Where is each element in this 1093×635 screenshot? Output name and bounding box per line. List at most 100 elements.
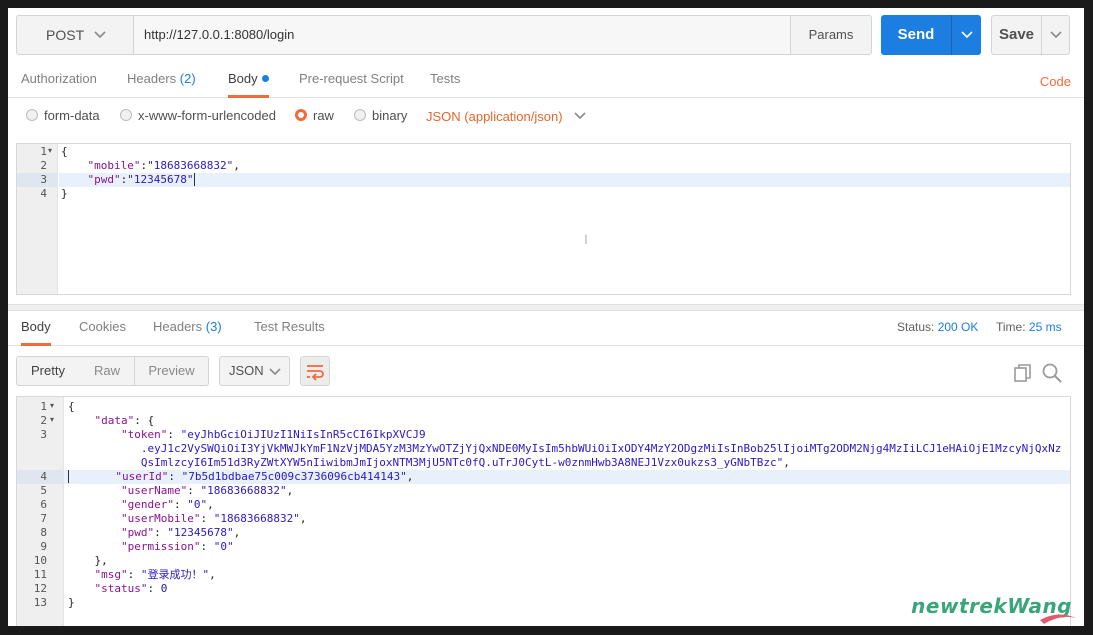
line-number: 3 (40, 428, 47, 441)
format-select[interactable]: JSON (219, 356, 290, 386)
line-number: 2 (40, 159, 47, 172)
code-line: { (68, 400, 1070, 414)
tab-prerequest-script[interactable]: Pre-request Script (299, 63, 404, 98)
radio-circle-icon (120, 109, 132, 121)
modified-dot-icon (261, 75, 269, 82)
json-key: "status" (94, 582, 148, 595)
json-string: "0" (213, 540, 234, 553)
search-icon[interactable] (1041, 362, 1063, 384)
code-line: "data": { (68, 414, 1070, 428)
tab-body-label: Body (228, 71, 258, 86)
line-number: 1 (40, 145, 47, 158)
time-value: 25 ms (1028, 320, 1062, 334)
json-number: 0 (160, 582, 168, 595)
json-key: "msg" (94, 568, 128, 581)
line-number: 4 (17, 470, 64, 484)
json-string: QsImlzcyI6Im51d3RyZWtXYW5nIiwibmJmIjoxNT… (140, 456, 784, 469)
code-line: "gender": "0", (120, 498, 214, 511)
status-readout: Status: 200 OK (897, 320, 978, 334)
tab-headers[interactable]: Headers (2) (127, 63, 196, 98)
code-line: "pwd": "12345678", (120, 526, 241, 539)
wrap-lines-button[interactable] (300, 356, 330, 386)
radio-circle-icon (26, 109, 38, 121)
chevron-down-icon (960, 31, 973, 39)
chevron-down-icon (1049, 31, 1062, 39)
status-value: 200 OK (937, 320, 979, 334)
json-string: "7b5d1bdbae75c009c3736096cb414143" (181, 470, 407, 483)
code-token: } (61, 187, 68, 200)
request-url-bar: POST http://127.0.0.1:8080/login Params … (16, 15, 1076, 55)
line-number: 5 (40, 484, 47, 497)
view-pretty-button[interactable]: Pretty (16, 356, 80, 386)
text-cursor-icon: I (584, 231, 588, 247)
code-token: { (61, 145, 68, 158)
chevron-down-icon (269, 368, 281, 376)
tab-body[interactable]: Body (228, 63, 269, 98)
line-number: 2 (40, 414, 47, 427)
radio-raw[interactable]: raw (295, 107, 334, 127)
json-string: "登录成功！" (140, 568, 210, 581)
radio-urlencoded-label: x-www-form-urlencoded (138, 108, 276, 123)
line-number: 10 (33, 554, 47, 567)
params-button[interactable]: Params (790, 15, 872, 55)
json-string: "18683668832" (147, 159, 234, 172)
code-token: { (68, 400, 75, 413)
postman-window: POST http://127.0.0.1:8080/login Params … (8, 8, 1084, 626)
tab-response-headers-label: Headers (153, 319, 203, 334)
save-button[interactable]: Save (991, 15, 1042, 55)
json-key: "gender" (120, 498, 174, 511)
response-headers-count: (3) (205, 319, 222, 334)
json-string: "18683668832" (200, 484, 287, 497)
tab-cookies[interactable]: Cookies (79, 312, 126, 346)
fold-arrow-icon[interactable]: ▾ (50, 415, 54, 424)
pane-divider[interactable] (8, 304, 1084, 311)
headers-count: (2) (179, 71, 196, 86)
line-number: 7 (40, 512, 47, 525)
save-dropdown-button[interactable] (1041, 15, 1070, 55)
json-key: "mobile" (87, 159, 141, 172)
tab-tests[interactable]: Tests (430, 63, 460, 98)
fold-arrow-icon[interactable]: ▾ (50, 401, 54, 410)
radio-raw-label: raw (313, 108, 334, 123)
radio-form-data-label: form-data (44, 108, 100, 123)
body-type-options: form-data x-www-form-urlencoded raw bina… (8, 107, 1084, 127)
tab-response-headers[interactable]: Headers (3) (153, 312, 222, 346)
view-raw-button[interactable]: Raw (79, 356, 135, 386)
time-readout: Time: 25 ms (996, 320, 1062, 334)
method-label: POST (46, 27, 85, 43)
code-line-active: "pwd":"12345678" (59, 173, 1070, 187)
radio-binary[interactable]: binary (354, 107, 407, 127)
code-line: "msg": "登录成功！", (94, 568, 216, 581)
line-number: 12 (33, 582, 47, 595)
content-type-label: JSON (application/json) (426, 109, 563, 124)
code-line-wrapped: .eyJ1c2VySWQiOiI3YjVkMWJkYmF1NzVjMDA5YzM… (68, 442, 1070, 456)
content-type-select[interactable]: JSON (application/json) (426, 107, 586, 127)
line-number: 1 (40, 400, 47, 413)
copy-icon[interactable] (1012, 362, 1034, 384)
watermark-swoosh-icon (1040, 614, 1076, 624)
code-token: }, (94, 554, 108, 567)
response-body-viewer[interactable]: 1 ▾ 2 ▾ 3 4 5 6 7 8 9 10 11 12 13 { "dat… (16, 396, 1071, 626)
json-key: "token" (120, 428, 168, 441)
send-dropdown-button[interactable] (951, 15, 981, 55)
json-key: "pwd" (120, 526, 155, 539)
request-body-editor[interactable]: 1 ▾ 2 3 4 { "mobile":"18683668832", "pwd… (16, 143, 1071, 295)
tab-authorization[interactable]: Authorization (21, 63, 97, 98)
code-token: : { (134, 414, 155, 427)
radio-form-data[interactable]: form-data (26, 107, 100, 127)
view-preview-button[interactable]: Preview (134, 356, 209, 386)
url-input[interactable]: http://127.0.0.1:8080/login (133, 15, 791, 55)
code-link[interactable]: Code (1040, 74, 1071, 89)
send-button[interactable]: Send (881, 15, 951, 55)
tab-test-results[interactable]: Test Results (254, 312, 325, 346)
json-key: "pwd" (87, 173, 121, 186)
line-number: 8 (40, 526, 47, 539)
tab-response-body[interactable]: Body (21, 312, 51, 346)
method-select[interactable]: POST (16, 15, 134, 55)
fold-arrow-icon[interactable]: ▾ (48, 146, 52, 155)
json-string: "eyJhbGciOiJIUzI1NiIsInR5cCI6IkpXVCJ9 (180, 428, 426, 441)
radio-urlencoded[interactable]: x-www-form-urlencoded (120, 107, 276, 127)
code-line: "mobile":"18683668832", (87, 159, 240, 172)
code-line: "token": "eyJhbGciOiJIUzI1NiIsInR5cCI6Ik… (120, 428, 426, 441)
code-line-wrapped: QsImlzcyI6Im51d3RyZWtXYW5nIiwibmJmIjoxNT… (140, 456, 790, 469)
